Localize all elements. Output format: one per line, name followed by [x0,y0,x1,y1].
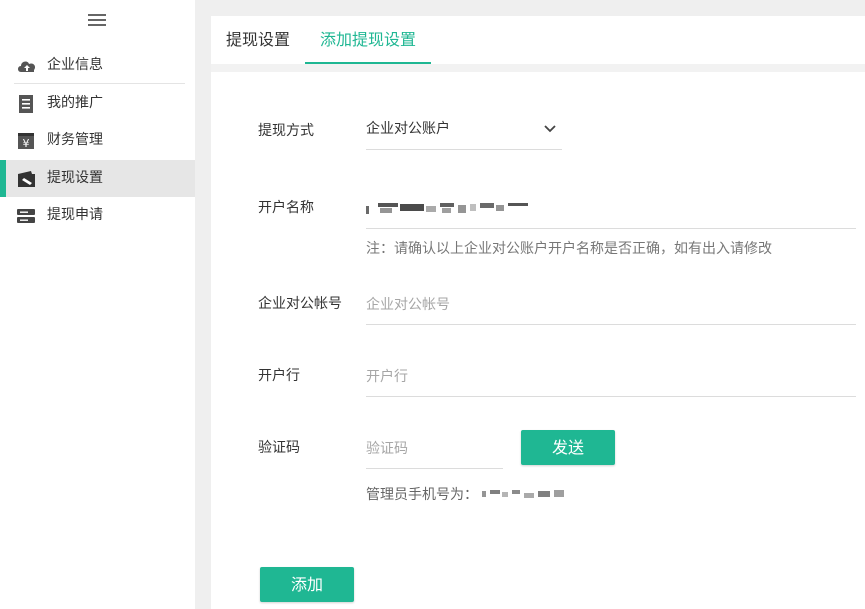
sidebar-item-company-info[interactable]: 企业信息 [0,47,195,84]
bank-underline [366,396,856,397]
chevron-down-icon[interactable] [543,124,557,134]
account-name-value-redacted[interactable] [366,202,536,216]
account-name-label: 开户名称 [258,200,314,216]
sidebar-item-label: 企业信息 [47,57,103,73]
add-button[interactable]: 添加 [260,567,354,602]
admin-phone-label: 管理员手机号为： [366,487,478,503]
method-label: 提现方式 [258,123,314,139]
account-number-label: 企业对公帐号 [258,296,342,312]
account-number-underline [366,324,856,325]
yen-box-icon: ¥ [16,131,36,151]
wallet-icon [16,169,36,189]
bank-input[interactable]: 开户行 [366,369,408,386]
cloud-upload-icon [16,56,36,76]
method-select-value[interactable]: 企业对公账户 [366,121,450,138]
sidebar-item-label: 提现申请 [47,207,103,223]
account-name-note: 注：请确认以上企业对公账户开户名称是否正确，如有出入请修改 [366,241,772,257]
sidebar-divider [14,83,185,84]
main-panel: 提现设置 添加提现设置 提现方式 企业对公账户 开户名称 注：请确认以上企业对公… [211,16,865,609]
sidebar-item-withdraw-settings[interactable]: 提现设置 [0,160,195,197]
tab-separator [211,64,865,72]
sidebar-item-finance[interactable]: ¥ 财务管理 [0,122,195,159]
tab-withdraw-settings[interactable]: 提现设置 [211,16,305,64]
sidebar-item-label: 提现设置 [47,170,103,186]
hamburger-icon[interactable] [88,13,106,27]
sidebar-item-withdraw-request[interactable]: 提现申请 [0,197,195,234]
code-input[interactable]: 验证码 [366,441,408,458]
sidebar-item-label: 我的推广 [47,95,103,111]
send-code-button[interactable]: 发送 [521,430,615,465]
tab-add-withdraw-settings[interactable]: 添加提现设置 [305,16,431,64]
method-select-underline [366,149,562,150]
account-name-underline [366,228,856,229]
code-underline [366,468,503,469]
svg-text:¥: ¥ [23,137,30,150]
bank-label: 开户行 [258,368,300,384]
list-stack-icon [16,206,36,226]
tab-bar: 提现设置 添加提现设置 [211,16,865,64]
admin-phone-redacted [482,489,566,501]
sidebar-item-label: 财务管理 [47,132,103,148]
document-icon [16,94,36,114]
sidebar-item-my-promotion[interactable]: 我的推广 [0,85,195,122]
sidebar: 企业信息 我的推广 ¥ 财务管理 提现设置 提现申请 [0,0,195,609]
code-label: 验证码 [258,440,300,456]
account-number-input[interactable]: 企业对公帐号 [366,297,450,314]
